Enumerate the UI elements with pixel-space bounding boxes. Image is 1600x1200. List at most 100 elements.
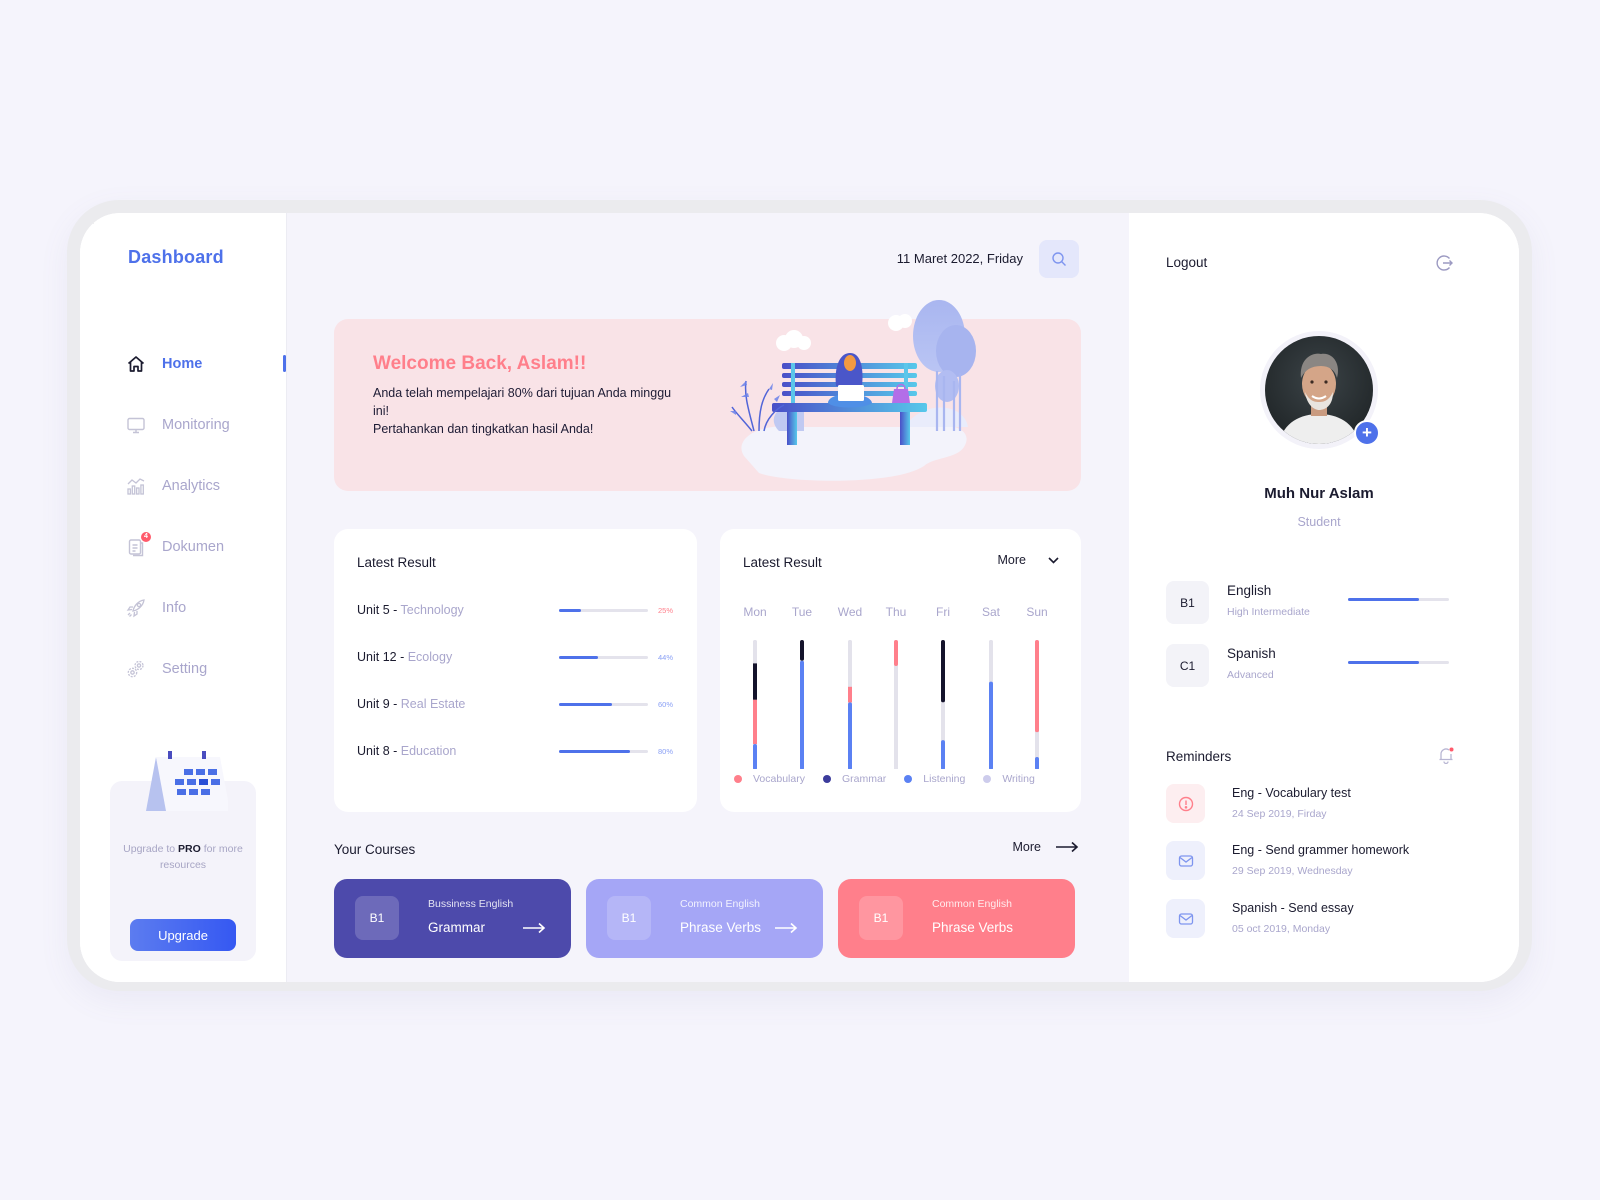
bar-segment-writing — [894, 666, 898, 769]
calendar-illustration — [146, 751, 228, 811]
latest-result-card: Latest Result Unit 5 - Technology 25% Unit… — [334, 529, 697, 812]
brand-title: Dashboard — [128, 247, 224, 267]
mail-icon — [1166, 841, 1205, 880]
main-content: 11 Maret 2022, Friday Welcome Back, Asla… — [286, 213, 1129, 982]
mail-icon — [1166, 899, 1205, 938]
sidebar-item-label: Info — [162, 599, 187, 616]
alert-icon — [1166, 784, 1205, 823]
arrow-right-icon — [1056, 841, 1079, 853]
result-percent: 60% — [658, 699, 674, 709]
bar-fri — [941, 640, 945, 769]
result-progress-fill — [559, 655, 599, 659]
result-progress-fill — [559, 749, 631, 753]
result-progress-fill — [559, 608, 582, 612]
add-photo-button[interactable]: + — [1354, 420, 1380, 446]
language-progress-fill — [1348, 598, 1419, 601]
arrow-right-icon[interactable] — [774, 922, 798, 934]
result-percent: 25% — [658, 605, 674, 615]
bar-segment-listening — [1035, 757, 1039, 769]
language-progress-fill — [1348, 661, 1419, 664]
sidebar-item-setting[interactable]: Setting — [126, 638, 286, 699]
language-level-label: High Intermediate — [1227, 606, 1310, 618]
notification-badge: 4 — [141, 531, 151, 542]
result-topic: Ecology — [407, 650, 453, 664]
profile-panel: Logout + Muh Nur Aslam Student B1 Englis… — [1129, 213, 1519, 982]
bar-segment-writing — [1035, 732, 1039, 757]
course-card[interactable]: B1 Bussiness English Grammar — [334, 879, 571, 958]
rocket-icon — [126, 598, 146, 618]
bar-segment-vocabulary — [848, 686, 852, 703]
search-icon — [1052, 252, 1066, 266]
card-title: Latest Result — [357, 555, 436, 570]
stacked-bar-chart: Mon Tue Wed Thu Fri Sat Sun — [743, 605, 1048, 769]
courses-more-link[interactable]: More — [1013, 840, 1079, 854]
sidebar-item-home[interactable]: Home — [126, 333, 286, 394]
course-card[interactable]: B1 Common English Phrase Verbs — [838, 879, 1075, 958]
course-name: Phrase Verbs — [932, 920, 1014, 935]
search-button[interactable] — [1039, 240, 1079, 278]
legend-label: Writing — [1002, 773, 1035, 785]
course-level-badge: B1 — [859, 896, 903, 940]
analytics-icon — [126, 476, 146, 496]
bar-segment-grammar — [941, 640, 945, 703]
sidebar-item-label: Setting — [162, 660, 208, 677]
bar-segment-grammar — [800, 640, 804, 661]
bar-segment-writing — [989, 640, 993, 682]
reminder-item[interactable]: Eng - Vocabulary test 24 Sep 2019, Firday — [1166, 784, 1486, 824]
legend-item-writing: Writing — [983, 773, 1035, 785]
bell-icon[interactable] — [1437, 746, 1455, 764]
sidebar-item-analytics[interactable]: Analytics — [126, 455, 286, 516]
legend-swatch — [904, 775, 913, 783]
x-tick-label: Thu — [886, 605, 907, 619]
welcome-title: Welcome Back, Aslam!! — [373, 353, 587, 374]
welcome-banner: Welcome Back, Aslam!! Anda telah mempela… — [334, 300, 1081, 491]
upgrade-button[interactable]: Upgrade — [130, 919, 236, 951]
language-item: B1 English High Intermediate — [1166, 581, 1476, 625]
language-progress-track — [1348, 598, 1449, 601]
bar-segment-writing — [941, 702, 945, 741]
result-percent: 80% — [658, 746, 674, 756]
bar-segment-grammar — [753, 663, 757, 700]
course-level-badge: B1 — [355, 896, 399, 940]
bar-thu — [894, 640, 898, 769]
bar-segment-vocabulary — [1035, 640, 1039, 733]
result-progress-fill — [559, 702, 613, 706]
bar-segment-writing — [848, 640, 852, 687]
result-row: Unit 8 - Education 80% — [357, 741, 675, 761]
bar-tue — [800, 640, 804, 769]
arrow-right-icon[interactable] — [522, 922, 546, 934]
result-progress-track — [559, 608, 648, 612]
bar-segment-writing — [753, 640, 757, 664]
legend-swatch — [822, 775, 831, 783]
course-card[interactable]: B1 Common English Phrase Verbs — [586, 879, 823, 958]
legend-label: Grammar — [841, 773, 887, 785]
legend-item-listening: Listening — [904, 773, 965, 785]
reminder-item[interactable]: Eng - Send grammer homework 29 Sep 2019, … — [1166, 841, 1486, 881]
x-tick-label: Fri — [936, 605, 950, 619]
home-icon — [126, 354, 146, 374]
bar-segment-listening — [848, 702, 852, 769]
x-tick-label: Mon — [743, 605, 766, 619]
sidebar: Dashboard Home Monitoring Analytics 4 Do… — [80, 213, 286, 982]
legend-swatch — [983, 775, 992, 783]
language-name: Spanish — [1227, 646, 1276, 661]
language-progress-track — [1348, 661, 1449, 664]
x-tick-label: Wed — [838, 605, 862, 619]
result-unit: Unit 12 - Ecology — [357, 650, 453, 664]
course-name: Phrase Verbs — [680, 920, 762, 935]
language-level-badge: B1 — [1166, 581, 1209, 624]
sidebar-item-info[interactable]: Info — [126, 577, 286, 638]
gear-icon — [126, 659, 146, 679]
sidebar-item-monitoring[interactable]: Monitoring — [126, 394, 286, 455]
avatar: + — [1260, 331, 1380, 449]
reminder-item[interactable]: Spanish - Send essay 05 oct 2019, Monday — [1166, 899, 1486, 939]
sidebar-item-dokumen[interactable]: 4 Dokumen — [126, 516, 286, 577]
sidebar-item-label: Monitoring — [162, 416, 230, 433]
result-unit: Unit 8 - Education — [357, 744, 457, 758]
logout-icon[interactable] — [1434, 253, 1454, 273]
upgrade-promo: Upgrade to PRO for more resources Upgrad… — [110, 751, 256, 961]
logout-link[interactable]: Logout — [1166, 255, 1207, 270]
language-item: C1 Spanish Advanced — [1166, 644, 1476, 688]
course-category: Common English — [932, 898, 1012, 910]
weekly-result-chart-card: Latest Result More Mon Tue Wed Thu Fri Sat Sun… — [720, 529, 1081, 812]
